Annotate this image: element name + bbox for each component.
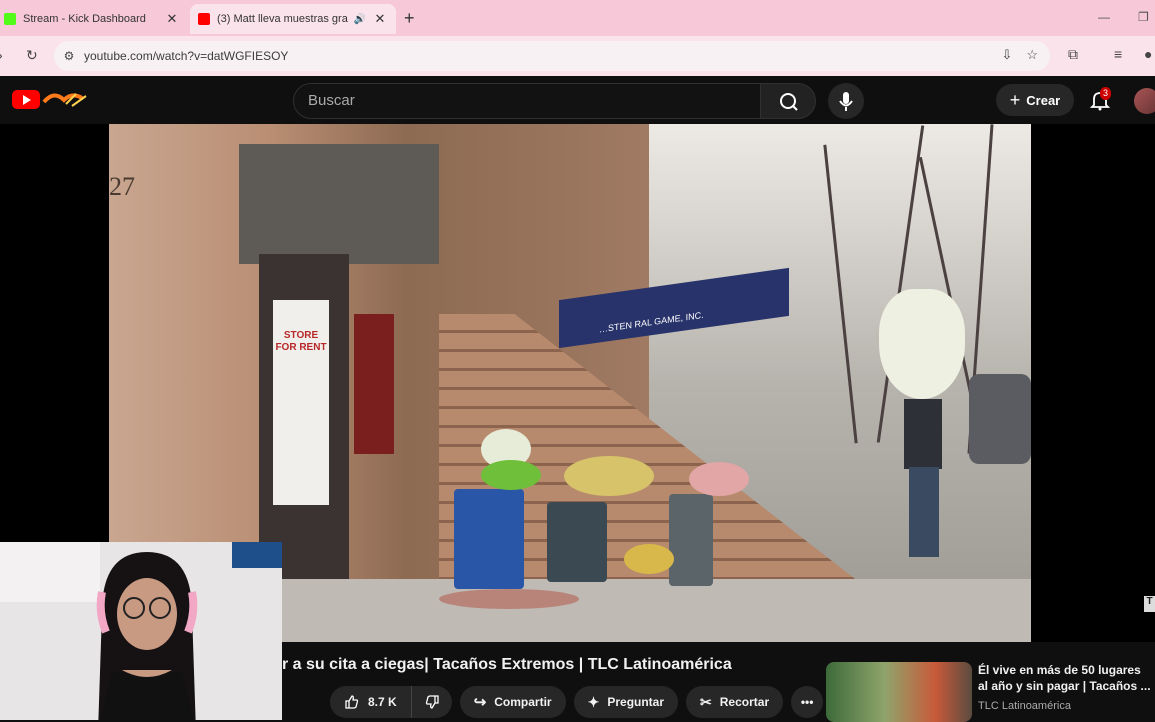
video-actions: 8.7 K ↪ Compartir ✦ Preguntar ✂ Recortar… xyxy=(330,686,824,718)
thumbs-up-icon xyxy=(345,695,359,709)
speaker-icon[interactable]: 🔊 xyxy=(354,14,366,25)
notification-badge: 3 xyxy=(1100,87,1112,100)
youtube-favicon-icon xyxy=(198,13,210,25)
tlc-watermark-icon: T xyxy=(1144,596,1155,612)
forward-icon[interactable]: › xyxy=(0,47,3,63)
wall-poster xyxy=(0,542,100,602)
ask-label: Preguntar xyxy=(607,695,665,709)
media-controls-icon[interactable]: ≡ xyxy=(1114,46,1122,62)
share-label: Compartir xyxy=(494,695,552,709)
extensions-icon[interactable]: ⧉ xyxy=(1068,46,1078,63)
calla-lily-bouquet xyxy=(879,289,965,399)
address-bar-row: › ↻ ⚙ youtube.com/watch?v=datWGFIESOY ⇩ … xyxy=(0,36,1155,76)
plus-icon: + xyxy=(1009,89,1021,110)
share-icon: ↪ xyxy=(473,694,487,711)
recommended-video-thumbnail[interactable] xyxy=(826,662,972,722)
for-rent-sign: STORE FOR RENT xyxy=(273,300,329,505)
tab-youtube-video[interactable]: (3) Matt lleva muestras gratis 🔊 ✕ xyxy=(190,4,396,34)
clip-label: Recortar xyxy=(719,695,770,709)
like-dislike-group: 8.7 K xyxy=(330,686,452,718)
flower-bouquet xyxy=(564,456,654,496)
dislike-button[interactable] xyxy=(411,686,452,718)
scattered-flowers xyxy=(439,589,579,609)
like-count: 8.7 K xyxy=(368,695,397,709)
install-app-icon[interactable]: ⇩ xyxy=(1001,47,1012,63)
green-wrap xyxy=(481,460,541,490)
video-title: r a su cita a ciegas| Tacaños Extremos |… xyxy=(282,656,732,673)
clip-button[interactable]: ✂ Recortar xyxy=(686,686,784,718)
webcam-overlay xyxy=(0,542,282,720)
search-button[interactable] xyxy=(760,83,816,119)
youtube-logo-icon[interactable] xyxy=(12,90,40,109)
microphone-icon xyxy=(839,92,853,111)
new-tab-icon[interactable]: + xyxy=(404,8,415,29)
flower-bouquet xyxy=(624,544,674,574)
site-settings-icon[interactable]: ⚙ xyxy=(54,49,84,63)
scissors-icon: ✂ xyxy=(700,693,712,710)
building-number: 27 xyxy=(109,172,135,201)
parked-car xyxy=(969,374,1031,464)
gray-trash-can xyxy=(669,494,713,586)
more-icon: ••• xyxy=(800,695,814,709)
search-icon xyxy=(780,93,798,111)
minimize-icon[interactable]: — xyxy=(1098,10,1110,24)
share-button[interactable]: ↪ Compartir xyxy=(459,686,566,718)
profile-icon[interactable]: ● xyxy=(1144,46,1152,62)
more-actions-button[interactable]: ••• xyxy=(791,686,824,718)
voice-search-button[interactable] xyxy=(828,83,864,119)
create-button[interactable]: + Crear xyxy=(996,84,1074,116)
reload-icon[interactable]: ↻ xyxy=(26,47,38,64)
tab-kick-dashboard[interactable]: Stream - Kick Dashboard ✕ xyxy=(0,4,188,34)
tab-title: Stream - Kick Dashboard xyxy=(23,13,146,25)
restore-icon[interactable]: ❐ xyxy=(1138,10,1149,24)
omnibox[interactable]: ⚙ youtube.com/watch?v=datWGFIESOY ⇩ ☆ xyxy=(54,41,1050,71)
video-info-area: r a su cita a ciegas| Tacaños Extremos |… xyxy=(282,642,1155,722)
close-tab-icon[interactable]: ✕ xyxy=(164,11,180,27)
doodle-logo-icon[interactable] xyxy=(42,90,92,110)
streamer-portrait xyxy=(96,552,198,720)
like-button[interactable]: 8.7 K xyxy=(330,686,412,718)
jeans xyxy=(909,467,939,557)
recommended-video-channel[interactable]: TLC Latinoamérica xyxy=(978,700,1071,712)
flower-bouquet xyxy=(689,462,749,496)
storefront-window xyxy=(239,144,439,264)
recommended-video-title[interactable]: Él vive en más de 50 lugares al año y si… xyxy=(978,662,1154,694)
blue-trash-can xyxy=(454,489,524,589)
man-carrying-flowers xyxy=(879,289,965,564)
ask-button[interactable]: ✦ Preguntar xyxy=(573,686,679,718)
url-text[interactable]: youtube.com/watch?v=datWGFIESOY xyxy=(84,49,288,63)
create-label: Crear xyxy=(1026,92,1061,108)
sparkle-icon: ✦ xyxy=(587,693,600,710)
search-input[interactable]: Buscar xyxy=(293,83,761,119)
gray-trash-can xyxy=(547,502,607,582)
youtube-header: Buscar + Crear 3 xyxy=(0,76,1155,124)
close-tab-icon[interactable]: ✕ xyxy=(372,11,388,27)
kick-favicon-icon xyxy=(4,13,16,25)
bookmark-star-icon[interactable]: ☆ xyxy=(1026,47,1038,63)
tab-title: (3) Matt lleva muestras gratis xyxy=(217,13,348,25)
account-avatar[interactable] xyxy=(1134,88,1155,114)
jacket xyxy=(904,399,942,469)
browser-tab-bar: Stream - Kick Dashboard ✕ (3) Matt lleva… xyxy=(0,0,1155,36)
wall-poster xyxy=(232,542,282,568)
red-panel xyxy=(354,314,394,454)
tree-trunk xyxy=(823,144,858,444)
sidewalk xyxy=(269,579,1031,642)
thumbs-down-icon xyxy=(425,695,439,709)
